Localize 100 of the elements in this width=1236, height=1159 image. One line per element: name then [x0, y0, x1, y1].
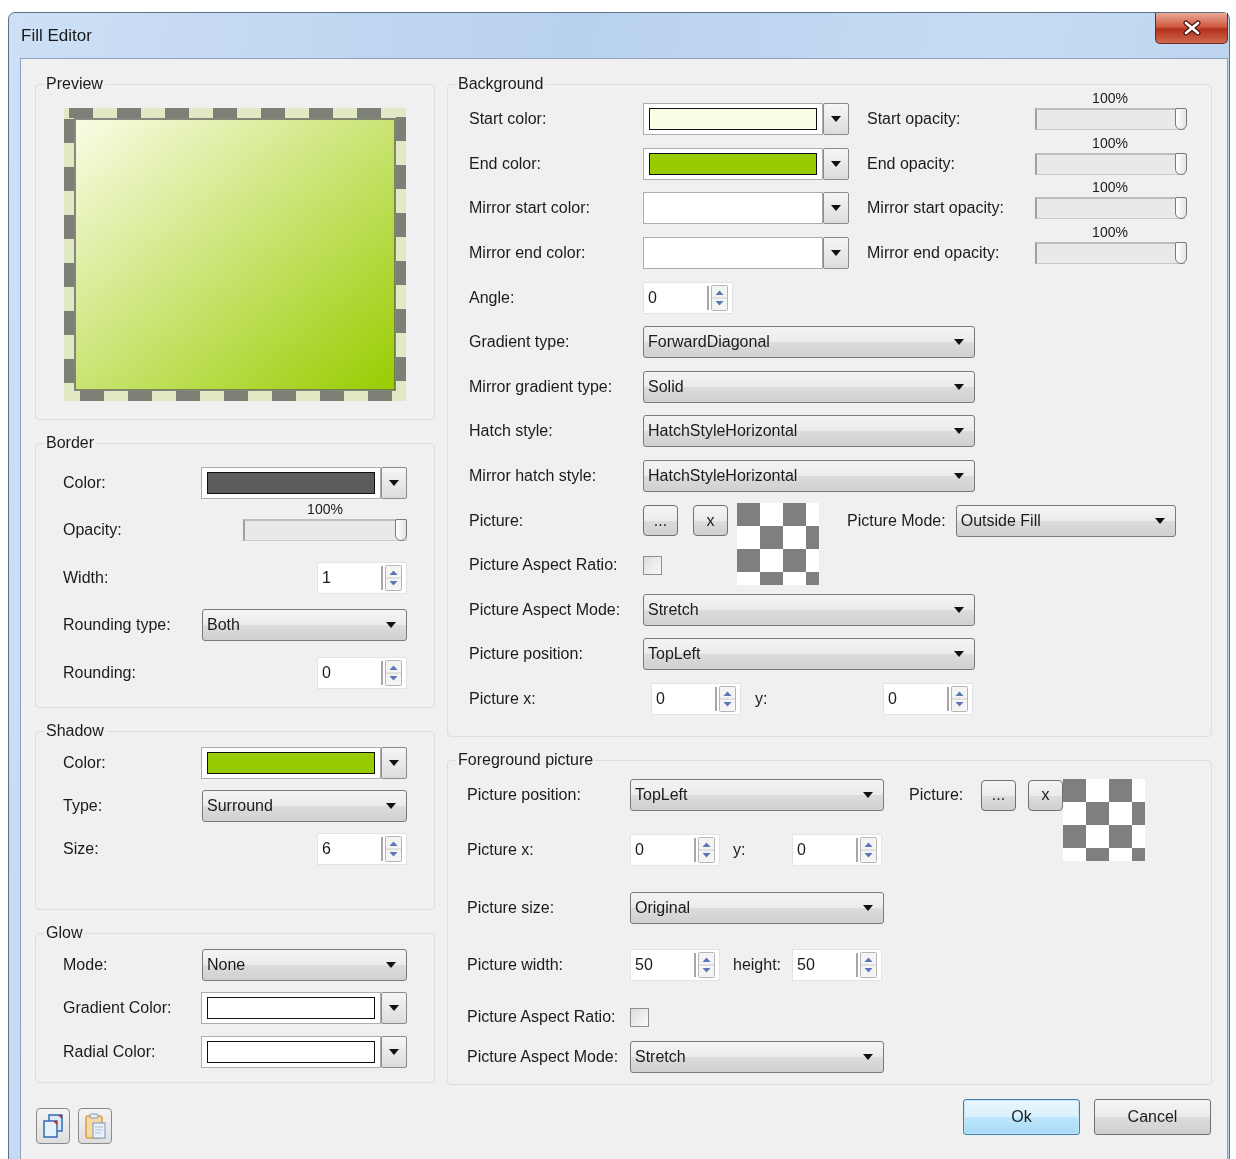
dropdown[interactable]: Surround [202, 789, 407, 822]
caret-icon [831, 116, 841, 123]
field-label: Rounding type: [63, 616, 172, 635]
dropdown[interactable]: TopLeft [630, 779, 884, 811]
spin-arrows-icon[interactable] [715, 685, 737, 713]
dropdown[interactable]: Outside Fill [955, 504, 1176, 537]
slider-track[interactable] [1035, 242, 1185, 265]
close-icon [1181, 20, 1202, 36]
caret-icon [831, 250, 841, 257]
number-field[interactable]: 0 [792, 834, 882, 866]
number-field[interactable]: 6 [317, 832, 407, 865]
spin-arrows-icon[interactable] [694, 836, 716, 864]
slider-thumb[interactable] [1175, 242, 1187, 265]
number-field[interactable]: 0 [317, 656, 407, 689]
dropdown[interactable]: None [202, 948, 407, 981]
browse-button[interactable]: ... [643, 505, 678, 537]
field-label: Mirror end color: [469, 244, 587, 263]
slider-track[interactable] [1035, 108, 1185, 131]
color-field[interactable] [201, 746, 381, 779]
clear-button[interactable]: x [1028, 779, 1063, 811]
dropdown-button[interactable] [823, 192, 849, 225]
checkbox[interactable] [643, 555, 662, 575]
caret-icon [954, 383, 964, 390]
spin-arrows-icon[interactable] [947, 685, 969, 713]
caret-icon [386, 622, 396, 629]
field-label: Picture width: [467, 956, 565, 974]
dropdown-button[interactable] [823, 237, 849, 270]
checkbox[interactable] [630, 1007, 649, 1027]
cancel-button[interactable]: Cancel [1094, 1099, 1211, 1135]
dropdown[interactable]: Solid [643, 370, 975, 403]
number-field[interactable]: 0 [883, 683, 973, 715]
paste-icon [83, 1112, 107, 1140]
caret-icon [831, 160, 841, 167]
color-field[interactable] [201, 992, 381, 1025]
spin-arrows-icon[interactable] [707, 283, 729, 312]
dropdown-button[interactable] [381, 466, 407, 499]
spin-arrows-icon[interactable] [381, 834, 403, 863]
caret-icon [1154, 517, 1165, 524]
field-label: Picture x: [467, 841, 535, 859]
number-field[interactable]: 0 [630, 834, 720, 866]
slider-thumb[interactable] [1175, 108, 1187, 131]
dropdown-button[interactable] [381, 992, 407, 1025]
close-button[interactable] [1155, 13, 1228, 44]
spin-arrows-icon[interactable] [381, 658, 403, 687]
field-label: Picture position: [467, 786, 582, 804]
dropdown[interactable]: Stretch [643, 593, 975, 626]
dropdown[interactable]: Stretch [630, 1041, 884, 1073]
slider-track[interactable] [243, 519, 407, 542]
dropdown-button[interactable] [823, 103, 849, 136]
dropdown-button[interactable] [823, 147, 849, 180]
slider-track[interactable] [1035, 152, 1185, 175]
dropdown[interactable]: HatchStyleHorizontal [643, 460, 975, 493]
field-label: Color: [63, 473, 107, 492]
caret-icon [954, 339, 964, 346]
number-field[interactable]: 50 [630, 949, 720, 981]
number-field[interactable]: 0 [651, 683, 741, 715]
group-title: Glow [45, 923, 84, 943]
field-label: Rounding: [63, 663, 137, 682]
slider-track[interactable] [1035, 197, 1185, 220]
copy-icon [41, 1113, 65, 1139]
caret-icon [389, 1048, 399, 1055]
dropdown[interactable]: TopLeft [643, 638, 975, 671]
caret-icon [954, 428, 964, 435]
ok-button[interactable]: Ok [963, 1099, 1080, 1135]
field-label: End opacity: [867, 154, 957, 173]
field-label: y: [755, 690, 769, 708]
browse-button[interactable]: ... [981, 779, 1016, 811]
copy-button[interactable] [36, 1108, 70, 1144]
color-field[interactable] [201, 1035, 381, 1068]
spin-arrows-icon[interactable] [856, 951, 878, 979]
dropdown-button[interactable] [381, 1035, 407, 1068]
color-field[interactable] [643, 192, 823, 225]
number-field[interactable]: 50 [792, 949, 882, 981]
slider-thumb[interactable] [1175, 152, 1187, 175]
field-label: Angle: [469, 288, 516, 307]
number-field[interactable]: 0 [643, 281, 733, 314]
paste-button[interactable] [78, 1108, 112, 1144]
group-title: Background [457, 74, 545, 94]
spin-arrows-icon[interactable] [381, 563, 403, 592]
color-field[interactable] [201, 466, 381, 499]
dropdown-button[interactable] [381, 746, 407, 779]
spin-arrows-icon[interactable] [856, 836, 878, 864]
color-field[interactable] [643, 103, 823, 136]
clear-button[interactable]: x [693, 505, 728, 537]
dropdown[interactable]: Both [202, 609, 407, 642]
color-field[interactable] [643, 237, 823, 270]
field-label: Picture size: [467, 899, 556, 917]
slider-thumb[interactable] [395, 519, 407, 542]
dropdown[interactable]: HatchStyleHorizontal [643, 415, 975, 448]
spin-arrows-icon[interactable] [694, 951, 716, 979]
dropdown[interactable]: Original [630, 892, 884, 924]
slider-thumb[interactable] [1175, 197, 1187, 220]
field-label: Radial Color: [63, 1042, 157, 1061]
number-field[interactable]: 1 [317, 561, 407, 594]
field-label: Picture Mode: [847, 511, 946, 530]
color-field[interactable] [643, 147, 823, 180]
caret-icon [863, 1054, 873, 1060]
dropdown[interactable]: ForwardDiagonal [643, 326, 975, 359]
caret-icon [386, 961, 396, 968]
field-label: Gradient Color: [63, 999, 173, 1018]
